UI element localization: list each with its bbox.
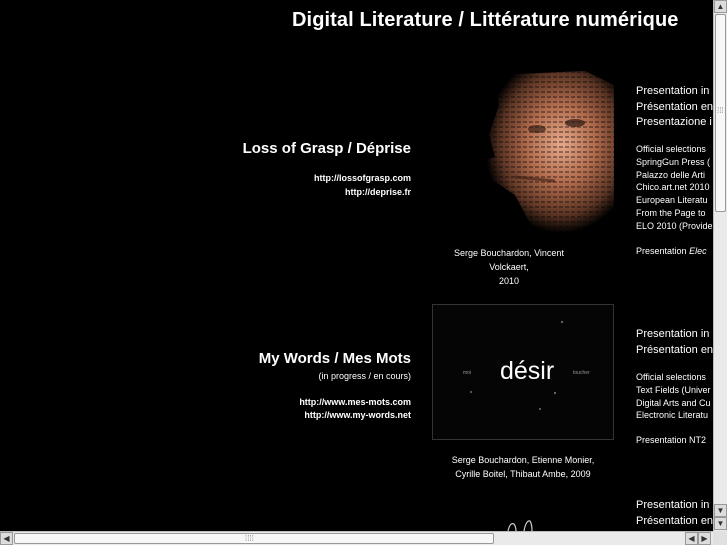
link-my-words[interactable]: http://www.my-words.net (304, 410, 411, 420)
thumbnail-dot (539, 408, 541, 410)
selection-item: Digital Arts and Cu (636, 397, 711, 408)
my-words-thumbnail[interactable]: désir moi toucher (432, 304, 614, 440)
selection-item: SpringGun Press ( (636, 156, 711, 167)
selection-item: Official selections (636, 372, 706, 382)
scroll-left-button-end[interactable]: ◀ (685, 532, 698, 545)
work-title-loss-of-grasp[interactable]: Loss of Grasp / Déprise (243, 140, 411, 157)
scroll-left-button[interactable]: ◀ (0, 532, 13, 545)
face-text-image (475, 71, 614, 233)
presentation-link[interactable]: Presentation in (636, 328, 709, 340)
thumbnail-dot (470, 391, 472, 393)
third-work-thumbnail[interactable] (500, 518, 540, 531)
thumbnail-small-word: toucher (573, 370, 590, 376)
thumbnail-dot (561, 321, 563, 323)
vertical-scroll-thumb[interactable]: ⁞⁞⁞ (715, 14, 726, 212)
selection-item: Chico.art.net 2010 (636, 182, 710, 193)
presentation-links-my-words: Presentation in Présentation en (636, 327, 713, 358)
presentation-link[interactable]: Presentation in (636, 85, 709, 97)
scrollbar-corner (713, 531, 727, 545)
thumbnail-dot (554, 392, 556, 394)
page-title: Digital Literature / Littérature numériq… (292, 9, 679, 31)
partial-image (507, 520, 533, 531)
presentation-italic: Elec (689, 246, 707, 256)
scroll-up-button[interactable]: ▲ (714, 0, 727, 13)
horizontal-scroll-thumb[interactable]: ⁞⁞⁞⁞ (14, 533, 494, 544)
scroll-down-button[interactable]: ▼ (714, 504, 727, 517)
presentation-link[interactable]: Presentazione i (636, 116, 712, 128)
presentation-prefix: Presentation (636, 246, 687, 256)
presentation-links-third: Presentation in Présentation en (636, 498, 713, 529)
credit-line: Serge Bouchardon, Vincent Volckaert, (454, 248, 564, 272)
credit-line: Serge Bouchardon, Etienne Monier, (451, 455, 595, 465)
link-mes-mots[interactable]: http://www.mes-mots.com (299, 397, 411, 407)
scroll-down-button-end[interactable]: ▼ (714, 517, 727, 530)
selections-loss-of-grasp: Official selections SpringGun Press ( Pa… (636, 143, 713, 233)
selection-item: Official selections (636, 144, 706, 154)
link-lossofgrasp[interactable]: http://lossofgrasp.com (314, 173, 411, 183)
presentation-my-words[interactable]: Presentation NT2 (636, 434, 706, 447)
selection-item: ELO 2010 (Provide (636, 220, 713, 231)
thumbnail-word: désir (500, 357, 555, 385)
page-viewport: Digital Literature / Littérature numériq… (0, 0, 713, 531)
scroll-right-button[interactable]: ▶ (698, 532, 711, 545)
credit-line: 2010 (498, 276, 520, 286)
loss-of-grasp-thumbnail[interactable] (475, 65, 614, 233)
selection-item: Electronic Literatu (636, 410, 709, 421)
selections-my-words: Official selections Text Fields (Univer … (636, 371, 711, 422)
horizontal-scrollbar[interactable]: ◀ ⁞⁞⁞⁞ ◀ ▶ (0, 531, 713, 545)
vertical-scrollbar[interactable]: ▲ ⁞⁞⁞ ▼ ▼ (713, 0, 727, 531)
presentation-loss-of-grasp[interactable]: Presentation Elec (636, 245, 707, 258)
presentation-link[interactable]: Présentation en (636, 344, 713, 356)
link-deprise[interactable]: http://deprise.fr (345, 187, 411, 197)
presentation-link[interactable]: Présentation en (636, 101, 713, 113)
selection-item: European Literatu (636, 195, 708, 206)
credit-line: Cyrille Boitel, Thibaut Ambe, 2009 (455, 469, 591, 479)
selection-item: Text Fields (Univer (636, 384, 711, 395)
credit-my-words: Serge Bouchardon, Etienne Monier, Cyrill… (432, 453, 614, 481)
selection-item: From the Page to (636, 207, 706, 218)
status-in-progress: (in progress / en cours) (318, 371, 411, 381)
credit-loss-of-grasp: Serge Bouchardon, Vincent Volckaert, 201… (438, 246, 580, 288)
grip-icon: ⁞⁞⁞⁞ (245, 534, 254, 543)
selection-item: Palazzo delle Arti (636, 169, 706, 180)
presentation-link[interactable]: Présentation en (636, 515, 713, 527)
presentation-links-loss-of-grasp: Presentation in Présentation en Presenta… (636, 84, 713, 131)
grip-icon: ⁞⁞⁞ (717, 106, 724, 115)
work-title-my-words[interactable]: My Words / Mes Mots (259, 350, 411, 367)
thumbnail-small-word: moi (463, 370, 472, 376)
presentation-link[interactable]: Presentation in (636, 499, 709, 511)
